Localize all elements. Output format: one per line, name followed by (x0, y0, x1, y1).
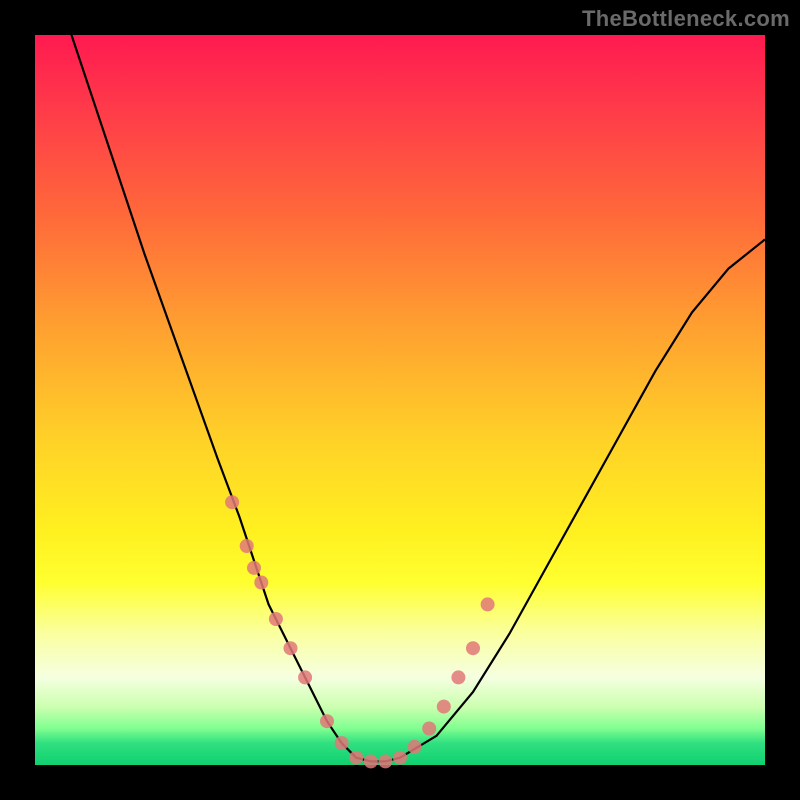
marker-dot (320, 714, 334, 728)
marker-dot (466, 641, 480, 655)
marker-dot (254, 576, 268, 590)
marker-dot (335, 736, 349, 750)
marker-dot (451, 670, 465, 684)
marker-dot (247, 561, 261, 575)
marker-dot (378, 754, 392, 768)
plot-area (35, 35, 765, 765)
marker-dot (364, 754, 378, 768)
marker-dot (349, 751, 363, 765)
marker-dot (481, 597, 495, 611)
marker-dot (437, 700, 451, 714)
marker-dot (422, 722, 436, 736)
marker-group (225, 495, 495, 768)
chart-container: TheBottleneck.com (0, 0, 800, 800)
marker-dot (408, 740, 422, 754)
marker-dot (393, 751, 407, 765)
marker-dot (225, 495, 239, 509)
watermark-text: TheBottleneck.com (582, 6, 790, 32)
marker-dot (269, 612, 283, 626)
chart-svg (35, 35, 765, 765)
marker-dot (284, 641, 298, 655)
marker-dot (298, 670, 312, 684)
bottleneck-curve (72, 35, 766, 761)
marker-dot (240, 539, 254, 553)
